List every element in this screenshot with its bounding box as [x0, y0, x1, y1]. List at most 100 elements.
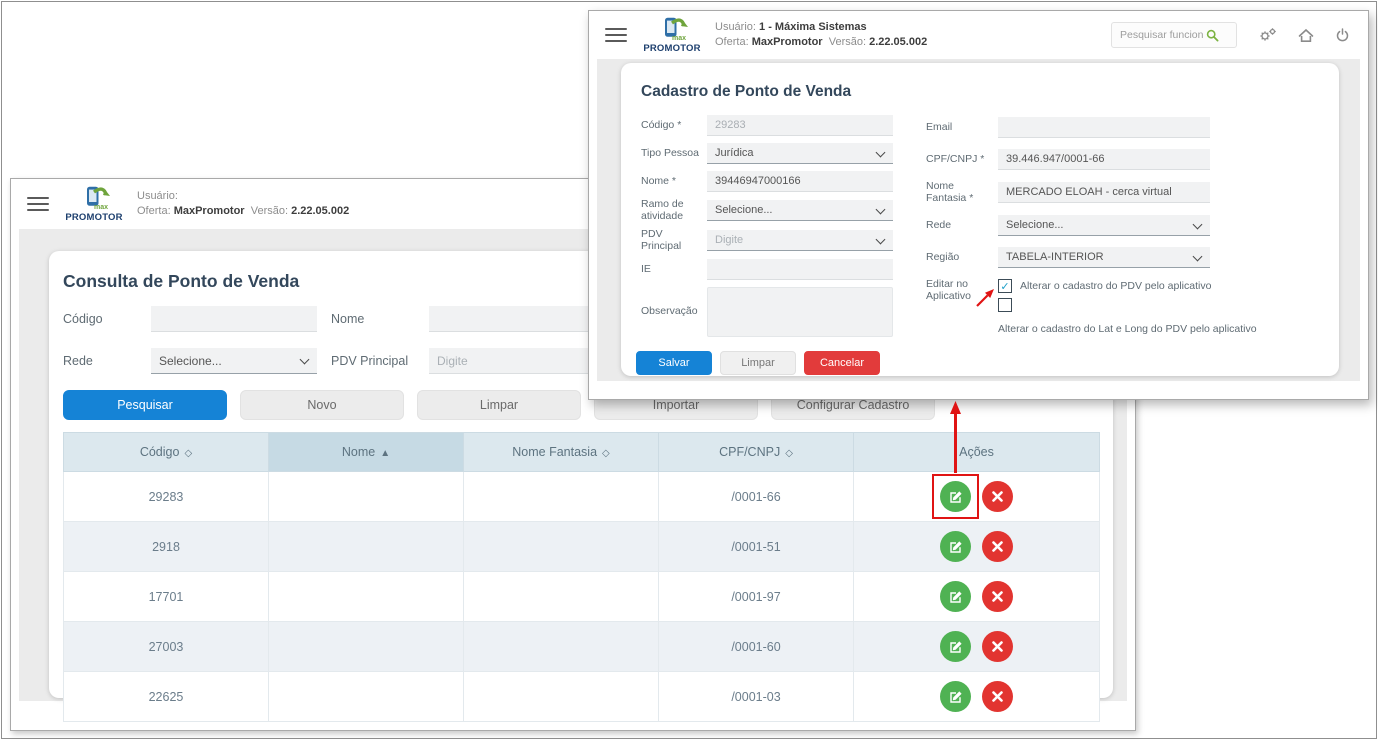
cell-nome-fantasia: [464, 472, 659, 522]
delete-button[interactable]: [982, 481, 1013, 512]
checkbox-group: ✓ Alterar o cadastro do PDV pelo aplicat…: [998, 279, 1210, 335]
sort-icon: ◇: [602, 448, 610, 459]
x-icon: [992, 691, 1003, 702]
column-header-cpf-cnpj[interactable]: CPF/CNPJ◇: [659, 433, 854, 472]
codigo-label: Código *: [641, 120, 707, 132]
observacao-label: Observação: [641, 306, 707, 318]
pencil-square-icon: [949, 590, 963, 604]
limpar-button[interactable]: Limpar: [417, 390, 581, 420]
menu-icon[interactable]: [27, 197, 49, 211]
cell-codigo: 17701: [64, 572, 269, 622]
limpar-button[interactable]: Limpar: [720, 351, 796, 375]
cell-cpf-cnpj: /0001-60: [659, 622, 854, 672]
pdv-table: Código◇ Nome▲ Nome Fantasia◇ CPF/CNPJ◇ A…: [63, 432, 1100, 722]
codigo-input[interactable]: [707, 115, 893, 136]
tipo-pessoa-label: Tipo Pessoa: [641, 148, 707, 160]
rede-label: Rede: [926, 220, 998, 232]
edit-button[interactable]: [940, 531, 971, 562]
regiao-label: Região: [926, 252, 998, 264]
x-icon: [992, 591, 1003, 602]
cell-cpf-cnpj: /0001-66: [659, 472, 854, 522]
ramo-atividade-select[interactable]: Selecione...: [707, 200, 893, 221]
nome-label: Nome *: [641, 176, 707, 188]
sort-asc-icon: ▲: [380, 448, 390, 459]
power-icon[interactable]: [1335, 28, 1350, 43]
checkbox-alterar-lat-long[interactable]: [998, 298, 1012, 312]
table-row: 2918 /0001-51: [64, 522, 1100, 572]
menu-icon[interactable]: [605, 28, 627, 42]
table-header-row: Código◇ Nome▲ Nome Fantasia◇ CPF/CNPJ◇ A…: [64, 433, 1100, 472]
edit-button[interactable]: [940, 631, 971, 662]
form-buttons: Salvar Limpar Cancelar: [636, 351, 1339, 375]
ie-input[interactable]: [707, 259, 893, 280]
observacao-textarea[interactable]: [707, 287, 893, 337]
column-header-nome[interactable]: Nome▲: [269, 433, 464, 472]
cell-cpf-cnpj: /0001-51: [659, 522, 854, 572]
salvar-button[interactable]: Salvar: [636, 351, 712, 375]
settings-icon[interactable]: [1258, 27, 1277, 43]
ramo-atividade-label: Ramo de atividade: [641, 199, 707, 222]
novo-button[interactable]: Novo: [240, 390, 404, 420]
table-row: 27003 /0001-60: [64, 622, 1100, 672]
session-info: Usuário: 1 - Máxima Sistemas Oferta: Max…: [715, 20, 927, 50]
nome-fantasia-input[interactable]: [998, 182, 1210, 203]
delete-button[interactable]: [982, 681, 1013, 712]
codigo-label: Código: [63, 312, 151, 326]
tipo-pessoa-select[interactable]: Jurídica: [707, 143, 893, 164]
edit-button[interactable]: [940, 681, 971, 712]
pencil-square-icon: [949, 540, 963, 554]
pesquisar-button[interactable]: Pesquisar: [63, 390, 227, 420]
cell-nome: [269, 522, 464, 572]
delete-button[interactable]: [982, 531, 1013, 562]
cell-nome: [269, 672, 464, 722]
nome-label: Nome: [317, 312, 429, 326]
cpf-cnpj-input[interactable]: [998, 149, 1210, 170]
pencil-square-icon: [949, 690, 963, 704]
promotor-logo: max PROMOTOR: [63, 186, 125, 222]
ie-label: IE: [641, 264, 707, 276]
cell-codigo: 27003: [64, 622, 269, 672]
delete-button[interactable]: [982, 581, 1013, 612]
codigo-input[interactable]: [151, 306, 317, 332]
edit-button[interactable]: [940, 481, 971, 512]
header-actions: [1111, 22, 1350, 48]
app-header: max PROMOTOR Usuário: 1 - Máxima Sistema…: [589, 11, 1368, 59]
cadastro-card: Cadastro de Ponto de Venda Código * Tipo…: [621, 63, 1339, 376]
column-header-codigo[interactable]: Código◇: [64, 433, 269, 472]
pdv-principal-select[interactable]: Digite: [707, 230, 893, 251]
promotor-logo: max PROMOTOR: [641, 17, 703, 53]
cell-nome-fantasia: [464, 572, 659, 622]
cell-nome-fantasia: [464, 522, 659, 572]
sort-icon: ◇: [785, 448, 793, 459]
search-icon: [1206, 29, 1219, 42]
cpf-cnpj-label: CPF/CNPJ *: [926, 154, 998, 166]
table-row: 29283 /0001-66: [64, 472, 1100, 522]
email-input[interactable]: [998, 117, 1210, 138]
checkbox-alterar-pdv[interactable]: ✓: [998, 279, 1012, 293]
cell-cpf-cnpj: /0001-03: [659, 672, 854, 722]
pdv-principal-label: PDV Principal: [641, 229, 707, 252]
cell-nome-fantasia: [464, 672, 659, 722]
cancelar-button[interactable]: Cancelar: [804, 351, 880, 375]
home-icon[interactable]: [1298, 28, 1314, 43]
pencil-square-icon: [949, 490, 963, 504]
nome-input[interactable]: [707, 171, 893, 192]
edit-button[interactable]: [940, 581, 971, 612]
table-row: 17701 /0001-97: [64, 572, 1100, 622]
nome-fantasia-label: Nome Fantasia *: [926, 181, 998, 204]
rede-select[interactable]: Selecione...: [998, 215, 1210, 236]
search-box[interactable]: [1111, 22, 1237, 48]
cell-codigo: 22625: [64, 672, 269, 722]
search-input[interactable]: [1118, 28, 1206, 42]
page-title: Cadastro de Ponto de Venda: [641, 83, 1339, 101]
rede-select[interactable]: Selecione...: [151, 348, 317, 374]
checkbox-label: Alterar o cadastro do PDV pelo aplicativ…: [1020, 280, 1211, 292]
delete-button[interactable]: [982, 631, 1013, 662]
pdv-principal-label: PDV Principal: [317, 354, 429, 369]
sort-icon: ◇: [184, 448, 192, 459]
x-icon: [992, 541, 1003, 552]
regiao-select[interactable]: TABELA-INTERIOR: [998, 247, 1210, 268]
column-header-nome-fantasia[interactable]: Nome Fantasia◇: [464, 433, 659, 472]
cell-nome: [269, 622, 464, 672]
session-info: Usuário: Oferta: MaxPromotor Versão: 2.2…: [137, 189, 349, 219]
